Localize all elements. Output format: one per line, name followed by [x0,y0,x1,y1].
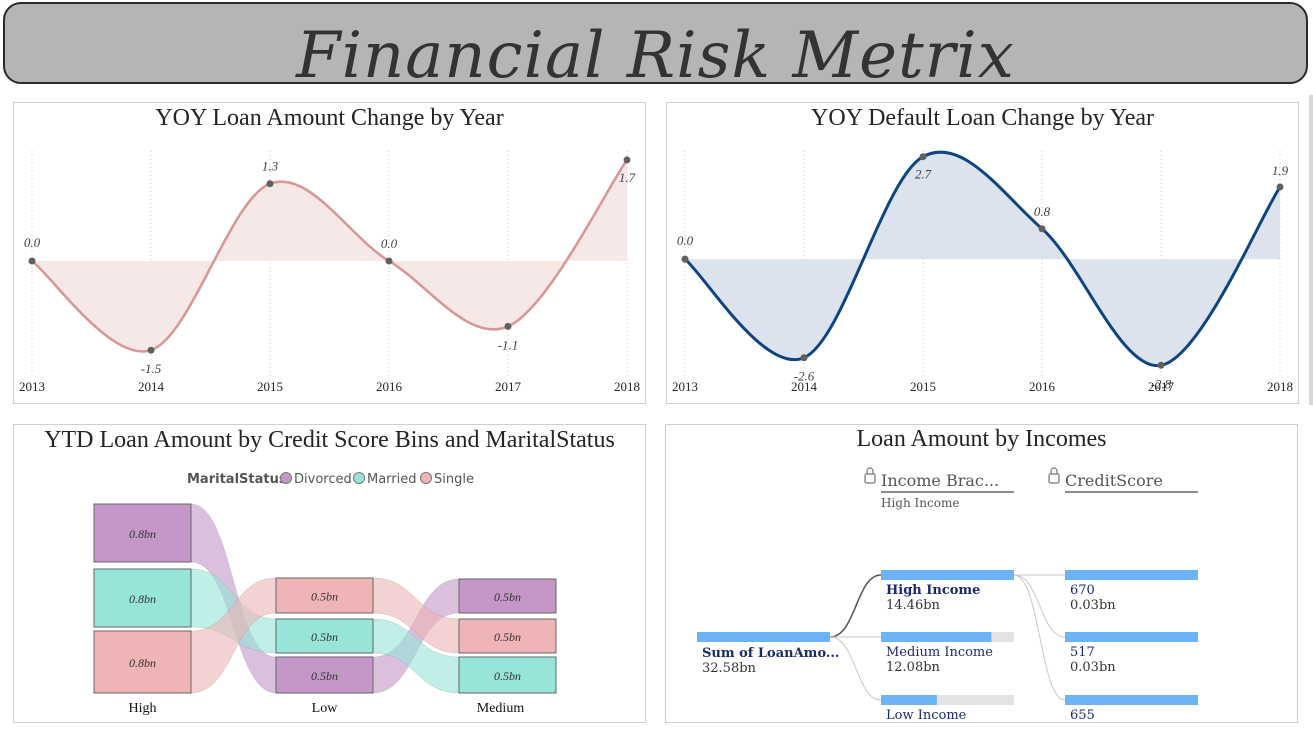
level-header[interactable]: CreditScore [1048,467,1198,493]
root-value: 32.58bn [702,661,757,676]
legend-item: Divorced [294,472,352,487]
data-point[interactable] [1276,183,1284,191]
decomposition-tree-panel[interactable]: Loan Amount by Incomes Income Brac... Hig… [665,424,1298,723]
level-label: Income Brac... [881,471,999,490]
sankey-chart-panel[interactable]: YTD Loan Amount by Credit Score Bins and… [13,424,646,723]
level-selected: High Income [881,496,959,510]
tree-connector [1013,574,1066,638]
leaf-bar[interactable] [1065,632,1198,642]
lock-shackle [866,467,874,474]
data-point[interactable] [1157,361,1165,369]
x-tick-label: 2017 [1148,379,1175,394]
branch-bar[interactable] [881,632,992,642]
report-title-bar: Financial Risk Metrix [3,2,1308,84]
page-scrollbar[interactable] [1309,95,1313,405]
node-label: 0.5bn [311,669,338,683]
node-label: 0.8bn [129,592,156,606]
root-label: Sum of LoanAmo... [702,646,839,661]
x-tick-label: 2016 [1029,379,1056,394]
data-point[interactable] [623,156,631,164]
legend-marker [353,472,365,484]
node-label: 0.5bn [311,590,338,604]
node-label: 0.5bn [494,630,521,644]
data-label: 0.0 [677,233,694,248]
lock-icon [1048,473,1060,484]
data-label: -1.5 [141,361,162,376]
legend-marker [280,472,292,484]
x-tick-label: 2013 [19,379,45,394]
data-point[interactable] [266,180,274,188]
data-point[interactable] [1038,225,1046,233]
line-area-chart: 0.0 2013 -1.5 2014 1.3 2015 0.0 2016 -1.1 2017 1.7… [19,151,640,394]
x-tick-label: 2018 [614,379,640,394]
lock-icon [864,473,876,484]
branch-label: Low Income [886,708,967,723]
x-tick-label: 2016 [376,379,403,394]
sankey-chart: MaritalStatus Divorced Married Single 0.8bn 0… [93,472,557,716]
legend-title: MaritalStatus [187,472,287,487]
branch-value: 14.46bn [886,598,941,613]
data-label: 0.0 [381,236,398,251]
data-point[interactable] [800,354,808,362]
x-tick-label: 2017 [495,379,522,394]
category-label: Medium [477,701,525,716]
legend-marker [420,472,432,484]
yoy-loan-amount-chart[interactable]: YOY Loan Amount Change by Year 0.0 2013 -1… [13,102,646,404]
branch-label: Medium Income [886,645,993,660]
branch-bar[interactable] [881,570,1014,580]
branch-label: High Income [886,583,980,598]
leaf-bar[interactable] [1065,570,1198,580]
report-title: Financial Risk Metrix [296,19,1015,84]
line-area-chart: 0.02013-2.620142.720150.82016 -2.820171.9… [672,150,1293,394]
leaf-label: 670 [1070,583,1095,598]
node-label: 0.5bn [311,630,338,644]
tree-connector [1013,574,1066,701]
category-label: High [129,701,157,716]
data-label: 0.8 [1034,204,1051,219]
data-point[interactable] [28,257,36,265]
branch-value: 12.08bn [886,660,941,675]
node-label: 0.8bn [129,656,156,670]
level-header[interactable]: Income Brac... High Income [864,467,1014,510]
legend-item: Single [434,472,474,487]
branch-bar[interactable] [881,695,937,705]
legend: MaritalStatus Divorced Married Single [187,472,474,487]
data-label: 1.9 [1272,163,1289,178]
category-label: Low [312,701,339,716]
tree-connector [829,574,882,638]
decomposition-tree: Income Brac... High Income CreditScore Sum … [697,467,1198,723]
node-label: 0.5bn [494,669,521,683]
x-tick-label: 2014 [791,379,818,394]
data-label: -1.1 [498,337,519,352]
x-tick-label: 2015 [910,379,936,394]
x-tick-label: 2014 [138,379,165,394]
node-label: 0.5bn [494,590,521,604]
legend-item: Married [367,472,417,487]
yoy-default-loan-chart[interactable]: YOY Default Loan Change by Year 0.0 2013-… [666,102,1299,404]
lock-shackle [1050,467,1058,474]
leaf-bar[interactable] [1065,695,1198,705]
data-label: 1.7 [619,170,636,185]
area-fill [685,152,1280,366]
data-point[interactable] [385,257,393,265]
leaf-label: 517 [1070,645,1095,660]
leaf-label: 655 [1070,708,1095,723]
x-tick-label: 2013 [672,379,698,394]
data-point[interactable] [919,153,927,161]
leaf-value: 0.03bn [1070,660,1116,675]
x-tick-label: 2015 [257,379,283,394]
node-label: 0.8bn [129,527,156,541]
data-label: 2.7 [915,167,932,182]
level-label: CreditScore [1065,471,1163,490]
root-bar[interactable] [697,632,830,642]
data-label: 1.3 [262,159,279,174]
x-tick-label: 2018 [1267,379,1293,394]
area-fill [32,159,627,352]
data-label: 0.0 [24,235,41,250]
leaf-value: 0.03bn [1070,598,1116,613]
data-point[interactable] [147,346,155,354]
data-point[interactable] [504,322,512,330]
data-point[interactable] [681,255,689,263]
